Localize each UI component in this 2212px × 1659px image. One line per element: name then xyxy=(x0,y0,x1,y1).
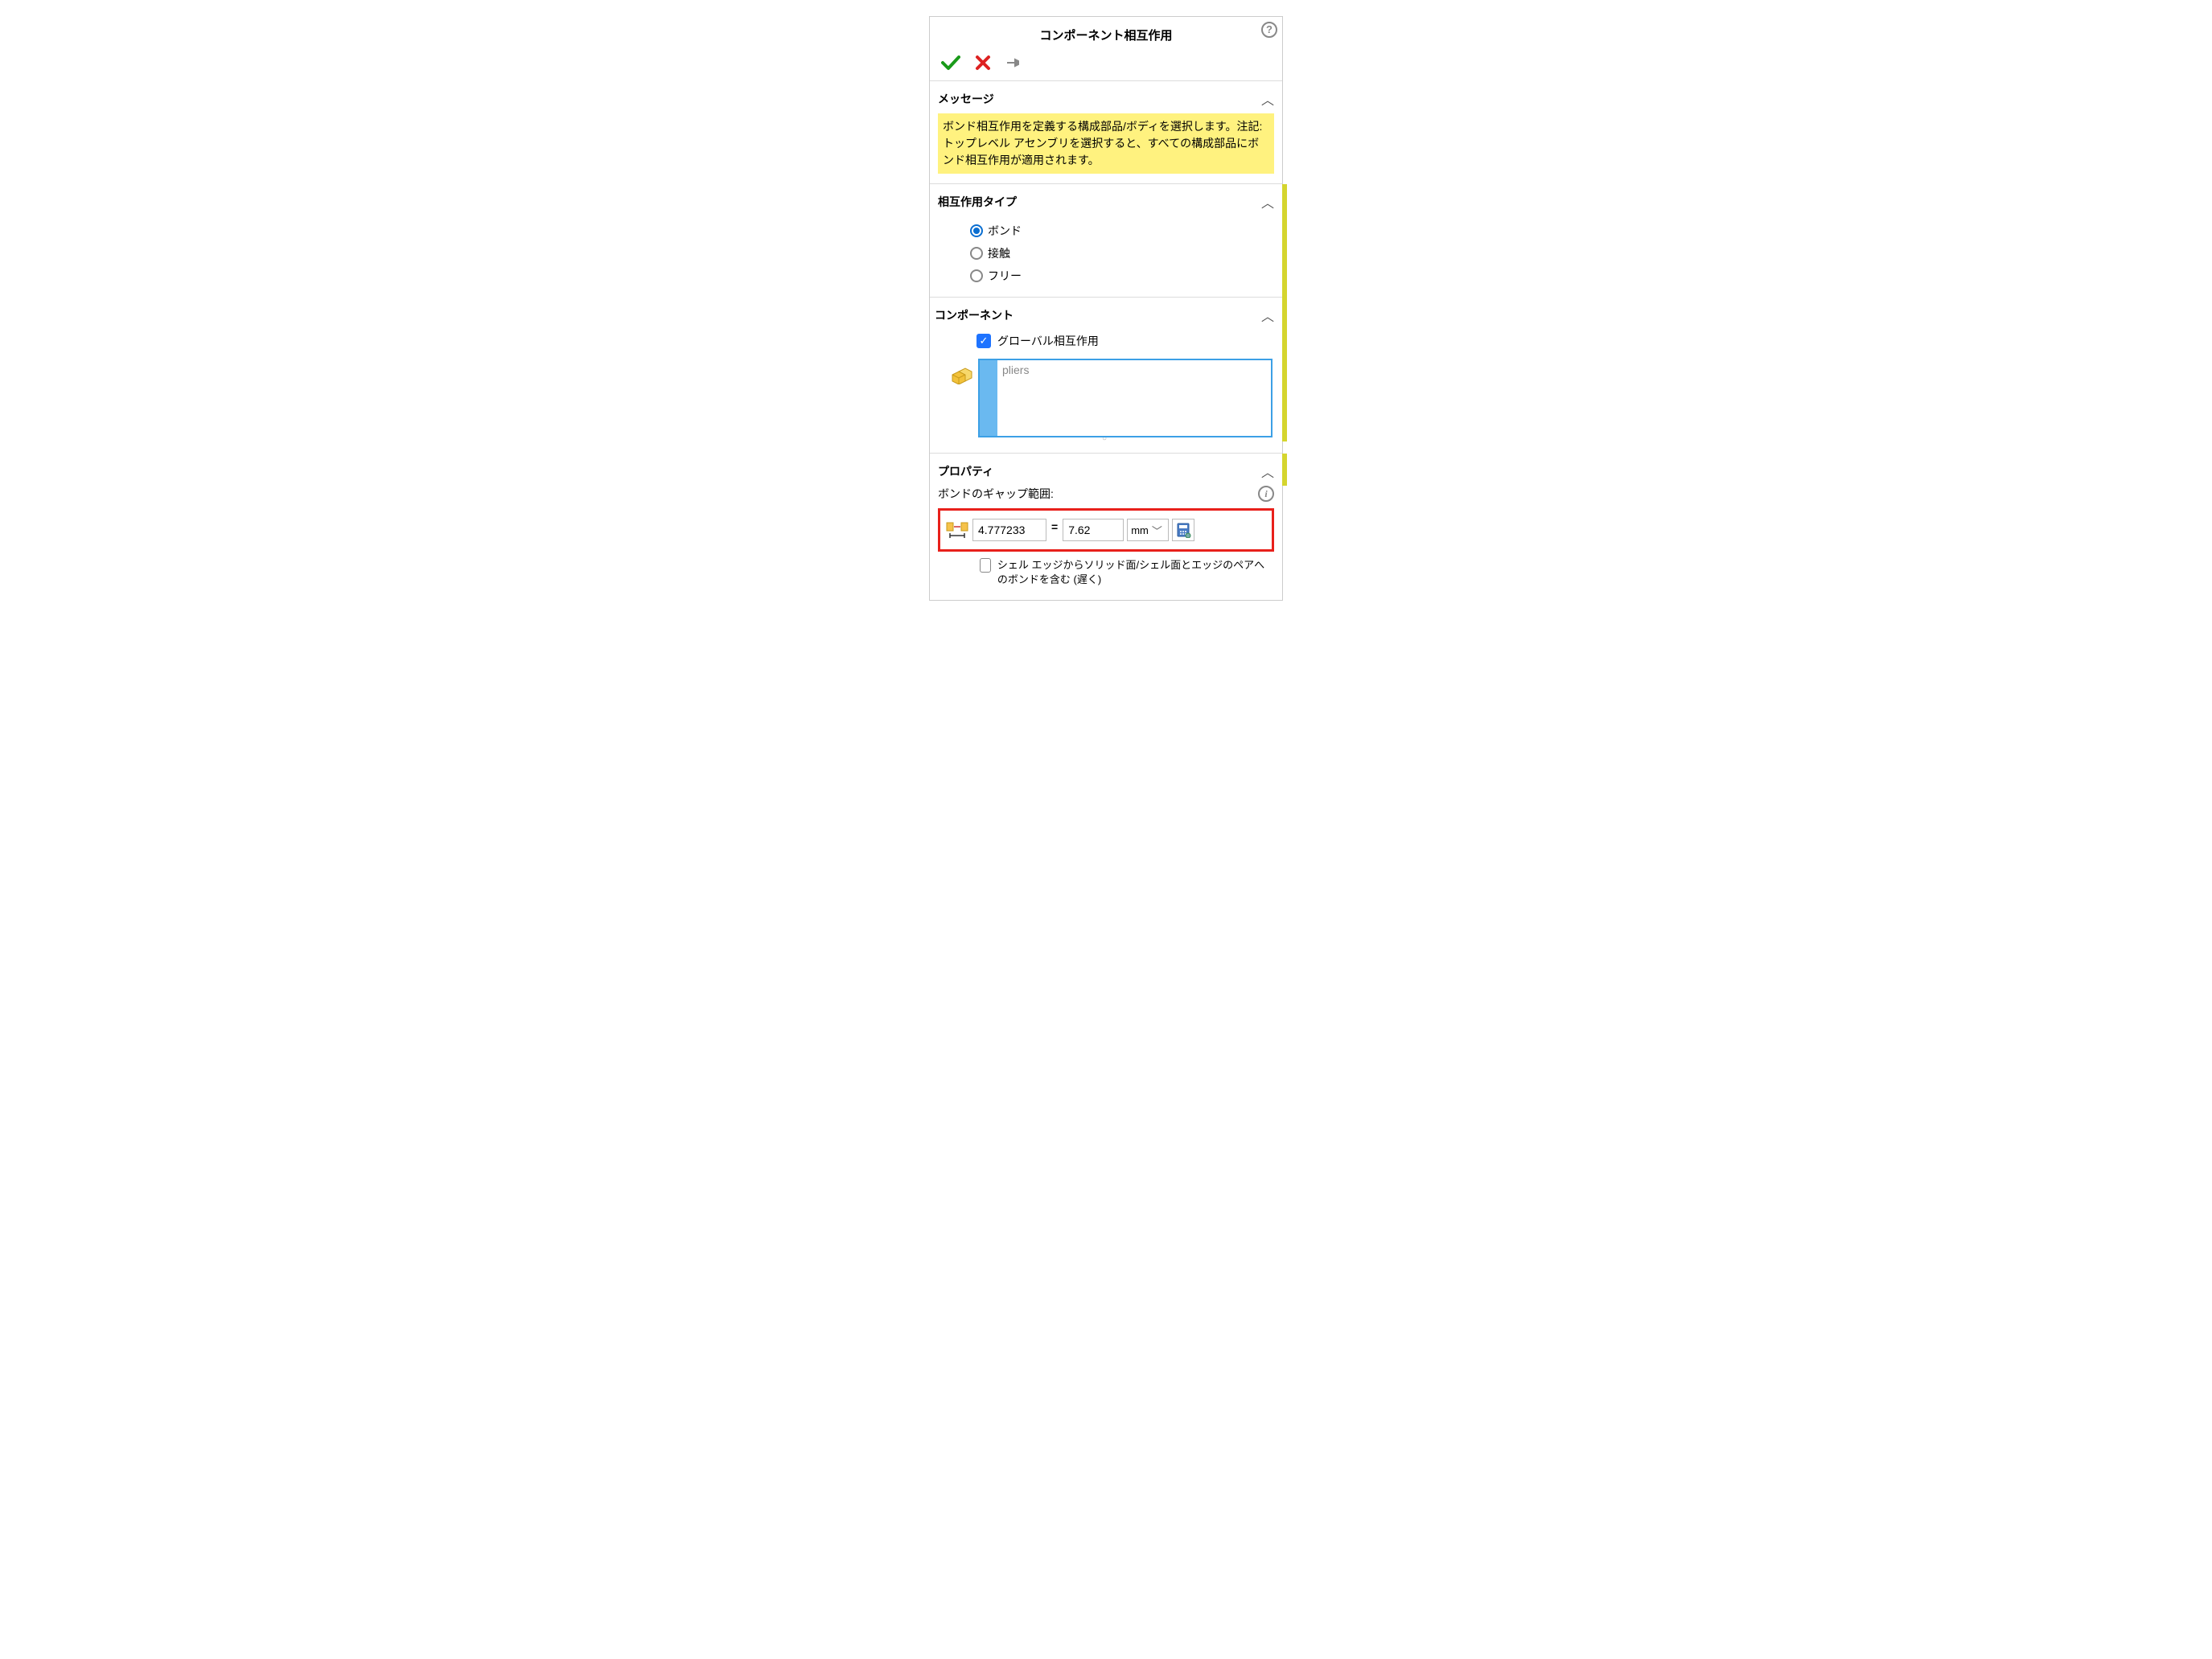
global-interaction-label: グローバル相互作用 xyxy=(997,333,1099,349)
property-header[interactable]: プロパティ ︿ xyxy=(938,462,1274,481)
shell-edge-label: シェル エッジからソリッド面/シェル面とエッジのペアへのボンドを含む (遅く) xyxy=(997,558,1274,587)
radio-bond[interactable]: ボンド xyxy=(970,220,1274,242)
radio-bond-label: ボンド xyxy=(988,223,1022,239)
chevron-down-icon: ﹀ xyxy=(1152,523,1162,538)
radio-contact-label: 接触 xyxy=(988,245,1010,261)
info-icon[interactable]: i xyxy=(1258,486,1274,502)
action-row xyxy=(938,55,1274,71)
radio-unchecked-icon xyxy=(970,247,983,260)
global-interaction-row[interactable]: ✓ グローバル相互作用 xyxy=(935,325,1274,355)
unit-value: mm xyxy=(1131,524,1149,536)
component-selection-row: pliers xyxy=(935,359,1274,437)
gap-max-input[interactable] xyxy=(1063,519,1124,541)
interaction-type-title: 相互作用タイプ xyxy=(938,194,1017,210)
equals-sign: = xyxy=(1050,520,1059,533)
interaction-type-section: 相互作用タイプ ︿ ボンド 接触 フリー xyxy=(930,184,1282,298)
message-header[interactable]: メッセージ ︿ xyxy=(938,89,1274,109)
highlight-stripe xyxy=(1282,454,1287,486)
component-select-box[interactable]: pliers xyxy=(978,359,1273,437)
checkbox-checked-icon: ✓ xyxy=(976,334,991,348)
select-highlight xyxy=(980,360,997,436)
chevron-up-icon: ︿ xyxy=(1261,462,1274,481)
message-body: ボンド相互作用を定義する構成部品/ボディを選択します。注記: トップレベル アセ… xyxy=(938,113,1274,174)
radio-checked-icon xyxy=(970,224,983,237)
gap-distance-icon xyxy=(945,519,969,540)
radio-contact[interactable]: 接触 xyxy=(970,242,1274,265)
pin-icon[interactable] xyxy=(1005,55,1023,70)
property-title: プロパティ xyxy=(938,463,993,479)
property-section: プロパティ ︿ ボンドのギャップ範囲: i = mm ﹀ xyxy=(930,454,1282,600)
chevron-up-icon: ︿ xyxy=(1261,306,1274,325)
shell-edge-row[interactable]: シェル エッジからソリッド面/シェル面とエッジのペアへのボンドを含む (遅く) xyxy=(938,552,1274,590)
highlight-stripe xyxy=(1282,184,1287,441)
gap-range-row: = mm ﹀ xyxy=(938,508,1274,552)
panel-title: コンポーネント相互作用 xyxy=(938,23,1274,43)
help-button[interactable]: ? xyxy=(1261,22,1277,38)
radio-free-label: フリー xyxy=(988,268,1022,284)
chevron-up-icon: ︿ xyxy=(1261,192,1274,211)
component-title: コンポーネント xyxy=(935,307,1013,323)
component-selection-item: pliers xyxy=(997,360,1034,436)
message-title: メッセージ xyxy=(938,91,994,107)
panel-header: ? コンポーネント相互作用 xyxy=(930,17,1282,81)
gap-min-input[interactable] xyxy=(972,519,1046,541)
component-header[interactable]: コンポーネント ︿ xyxy=(935,306,1274,325)
calculator-button[interactable] xyxy=(1172,519,1194,541)
component-section: コンポーネント ︿ ✓ グローバル相互作用 pliers ○ xyxy=(930,298,1282,454)
ok-icon[interactable] xyxy=(941,55,960,71)
chevron-up-icon: ︿ xyxy=(1261,89,1274,109)
unit-select[interactable]: mm ﹀ xyxy=(1127,519,1169,541)
property-panel: ? コンポーネント相互作用 メッセージ ︿ ボンド相互作用を定義する構成部品/ボ… xyxy=(929,16,1283,601)
radio-free[interactable]: フリー xyxy=(970,265,1274,287)
message-section: メッセージ ︿ ボンド相互作用を定義する構成部品/ボディを選択します。注記: ト… xyxy=(930,81,1282,184)
radio-unchecked-icon xyxy=(970,269,983,282)
interaction-type-header[interactable]: 相互作用タイプ ︿ xyxy=(938,192,1274,211)
checkbox-unchecked-icon xyxy=(980,558,991,573)
cancel-icon[interactable] xyxy=(975,55,991,71)
gap-range-label: ボンドのギャップ範囲: xyxy=(938,486,1274,502)
component-icon xyxy=(949,363,973,387)
interaction-type-radios: ボンド 接触 フリー xyxy=(938,211,1274,287)
